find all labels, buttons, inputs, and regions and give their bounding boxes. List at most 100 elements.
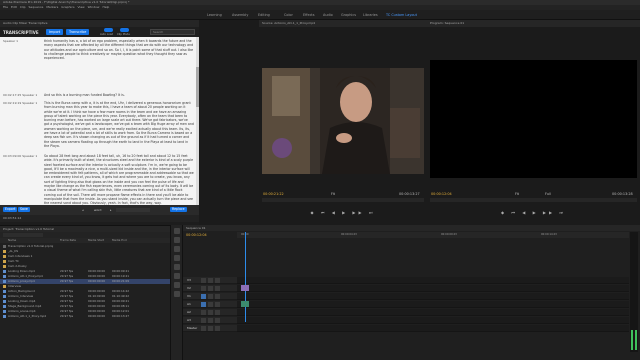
save-button[interactable]: Save (18, 207, 30, 212)
import-button[interactable]: Import (46, 29, 64, 35)
source-video-frame[interactable] (262, 68, 424, 174)
track-solo-icon[interactable] (215, 286, 220, 291)
track-lock-icon[interactable] (201, 294, 206, 299)
column-header[interactable]: Media End (112, 238, 127, 243)
clip-mode-toggle[interactable] (120, 28, 129, 32)
pen-tool-icon[interactable] (173, 273, 180, 279)
type-tool-icon[interactable] (173, 291, 180, 297)
menu-item-markers[interactable]: Markers (46, 5, 58, 9)
track-solo-icon[interactable] (215, 310, 220, 315)
workspace-tab-effects[interactable]: Effects (303, 13, 315, 17)
track-lane[interactable] (237, 317, 629, 324)
entry-timestamp[interactable]: 00:03:09:00 Speaker 1 (3, 154, 41, 158)
menu-item-help[interactable]: Help (102, 5, 109, 9)
source-transport-controls[interactable]: ◆ ⏮ ◀ ▶ ▶▶ ⏭ (262, 210, 424, 218)
track-lock-icon[interactable] (201, 302, 206, 307)
track-mute-icon[interactable] (208, 294, 213, 299)
audio-clip[interactable] (241, 301, 249, 307)
workspace-tab-graphics[interactable]: Graphics (341, 13, 356, 17)
menu-item-view[interactable]: View (78, 5, 85, 9)
razor-tool-icon[interactable] (173, 255, 180, 261)
workspace-tab-assembly[interactable]: Assembly (232, 13, 248, 17)
search-input[interactable]: Search (150, 29, 195, 35)
column-header[interactable]: Media Start (88, 238, 104, 243)
track-header-a1[interactable]: A1 (183, 301, 237, 308)
program-fit[interactable]: Fit (515, 192, 519, 196)
entry-timestamp[interactable]: 00:02:17:25 Speaker 1 (3, 93, 41, 97)
transcript-paragraph[interactable]: And so this is a burning man funded Bowl… (44, 93, 194, 97)
program-resolution[interactable]: Full (545, 192, 551, 196)
track-header-v2[interactable]: V2 (183, 285, 237, 292)
timeline-timecode[interactable]: 00:00:12:04 (186, 233, 207, 237)
transcript-paragraph[interactable]: think humanity has a, a lot of an ego pr… (44, 39, 194, 60)
track-solo-icon[interactable] (215, 278, 220, 283)
track-header-a2[interactable]: A2 (183, 309, 237, 316)
source-timecode[interactable]: 00:00:21:22 (263, 192, 284, 196)
track-lane[interactable] (237, 325, 629, 332)
program-monitor-tab[interactable]: Program: Sequence 01 (427, 20, 640, 27)
menu-item-sequence[interactable]: Sequence (29, 5, 44, 9)
track-select-tool-icon[interactable] (173, 237, 180, 243)
track-mute-icon[interactable] (208, 318, 213, 323)
track-header-v3[interactable]: V3 (183, 277, 237, 284)
track-mute-icon[interactable] (208, 302, 213, 307)
auto-load-toggle[interactable] (104, 28, 113, 32)
column-header[interactable]: Name (8, 238, 16, 243)
track-lane[interactable] (237, 285, 629, 292)
track-mute-icon[interactable] (208, 286, 213, 291)
column-header[interactable]: Frame Rate (60, 238, 76, 243)
track-lock-icon[interactable] (201, 326, 206, 331)
track-mute-icon[interactable] (208, 278, 213, 283)
hand-tool-icon[interactable] (173, 282, 180, 288)
export-button[interactable]: Export (3, 207, 18, 212)
program-video-frame[interactable] (430, 60, 637, 178)
workspace-tab-editing[interactable]: Editing (258, 13, 270, 17)
timeline-tab[interactable]: Sequence 01 (183, 225, 640, 231)
workspace-tab-learning[interactable]: Learning (207, 13, 222, 17)
transcript-paragraph[interactable]: This is the Burca camp with a, it is at … (44, 101, 194, 148)
video-clip[interactable] (241, 285, 249, 291)
transcribe-button[interactable]: Transcribe (66, 29, 90, 35)
menu-item-clip[interactable]: Clip (20, 5, 26, 9)
track-header-master[interactable]: Master (183, 325, 237, 332)
workspace-tab-tc-custom-layout[interactable]: TC Custom Layout (386, 13, 417, 17)
program-transport-controls[interactable]: ◆ ⏮ ◀ ▶ ▶▶ ⏭ (430, 210, 637, 218)
menu-item-file[interactable]: File (3, 5, 8, 9)
track-lock-icon[interactable] (201, 278, 206, 283)
speaker-label[interactable]: Speaker 1 (3, 39, 41, 43)
track-solo-icon[interactable] (215, 294, 220, 299)
track-lock-icon[interactable] (201, 310, 206, 315)
menu-item-window[interactable]: Window (88, 5, 100, 9)
entry-timestamp[interactable]: 00:02:19:19 Speaker 1 (3, 101, 41, 105)
replace-button[interactable]: Replace (170, 207, 187, 212)
track-lock-icon[interactable] (201, 318, 206, 323)
track-solo-icon[interactable] (215, 318, 220, 323)
source-scrubber[interactable] (262, 198, 424, 202)
playhead[interactable] (245, 232, 246, 322)
project-item-row[interactable]: Antonio_AD-1_1_Proxy.mp4 29.97 fps 00:00:0… (0, 314, 170, 319)
track-mute-icon[interactable] (208, 326, 213, 331)
workspace-tab-libraries[interactable]: Libraries (363, 13, 378, 17)
source-fit[interactable]: Fit (331, 192, 335, 196)
slip-tool-icon[interactable] (173, 264, 180, 270)
source-monitor-tab[interactable]: Source: Antonio_AD-1_1_Proxy.mp4 (259, 20, 427, 27)
prev-arrow-icon[interactable]: ◂ (82, 208, 84, 212)
program-timecode[interactable]: 00:00:12:04 (431, 192, 452, 196)
track-lock-icon[interactable] (201, 286, 206, 291)
track-lane[interactable] (237, 277, 629, 284)
track-header-v1[interactable]: V1 (183, 293, 237, 300)
timeline-ruler[interactable]: 00:0000:00:04:2300:00:09:2300:00:14:23 (237, 232, 629, 238)
track-lane[interactable] (237, 309, 629, 316)
panel-tabs[interactable]: Audio Clip Mixer Transcriptive (0, 20, 199, 27)
track-header-a3[interactable]: A3 (183, 317, 237, 324)
menu-item-graphics[interactable]: Graphics (61, 5, 74, 9)
ripple-edit-tool-icon[interactable] (173, 246, 180, 252)
project-search-input[interactable] (3, 233, 43, 237)
workspace-tab-color[interactable]: Color (284, 13, 293, 17)
track-mute-icon[interactable] (208, 310, 213, 315)
workspace-tab-audio[interactable]: Audio (323, 13, 333, 17)
track-solo-icon[interactable] (215, 302, 220, 307)
transcript-paragraph[interactable]: So about 28 feet long and about 18 feet … (44, 154, 194, 205)
track-solo-icon[interactable] (215, 326, 220, 331)
selection-tool-icon[interactable] (173, 228, 180, 234)
